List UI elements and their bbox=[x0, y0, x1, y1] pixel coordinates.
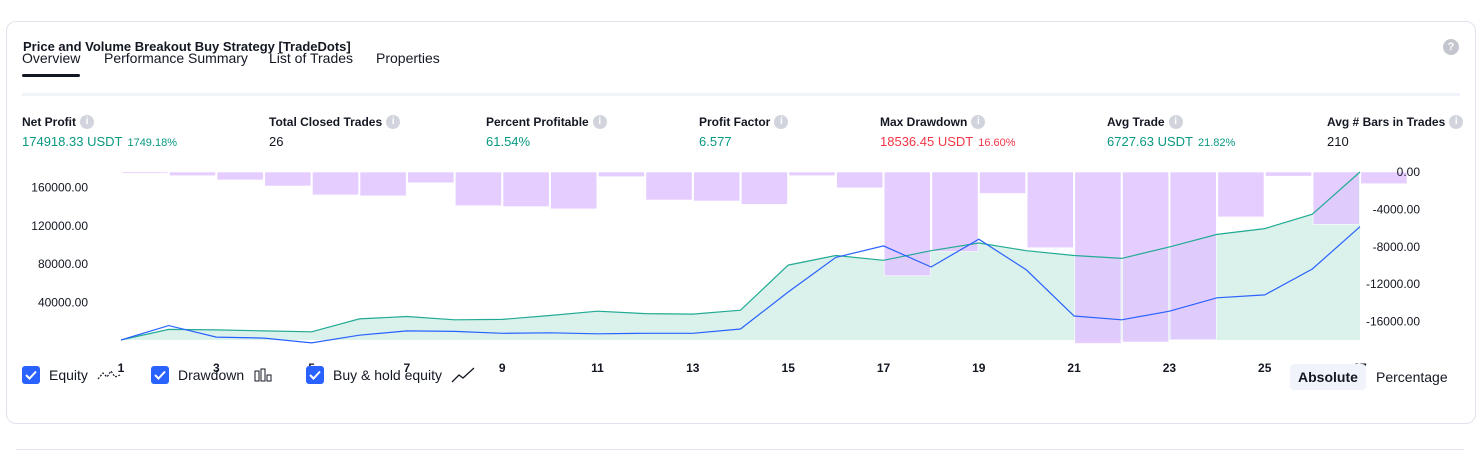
x-axis-tick-label: 17 bbox=[877, 361, 891, 375]
drawdown-bar bbox=[788, 171, 836, 177]
x-axis-tick-label: 25 bbox=[1258, 361, 1272, 375]
drawdown-bar bbox=[1026, 171, 1074, 248]
drawdown-bar bbox=[312, 171, 359, 196]
legend-label: Drawdown bbox=[178, 367, 245, 383]
right-axis-tick-label: -4000.00 bbox=[1373, 202, 1421, 216]
x-axis-tick-label: 21 bbox=[1067, 361, 1081, 375]
drawdown-bar bbox=[454, 171, 502, 207]
absolute-toggle[interactable]: Absolute bbox=[1290, 364, 1366, 390]
drawdown-bar bbox=[1312, 171, 1360, 225]
checkbox-checked-icon[interactable] bbox=[306, 366, 324, 384]
right-axis-tick-label: -8000.00 bbox=[1373, 240, 1421, 254]
legend-label: Buy & hold equity bbox=[333, 367, 442, 383]
x-axis-tick-label: 19 bbox=[972, 361, 986, 375]
drawdown-bar bbox=[979, 171, 1027, 194]
right-axis-tick-label: -12000.00 bbox=[1366, 277, 1420, 291]
legend-drawdown[interactable]: Drawdown bbox=[151, 366, 275, 384]
drawdown-bar bbox=[1169, 171, 1217, 341]
checkbox-checked-icon[interactable] bbox=[151, 366, 169, 384]
drawdown-bar bbox=[883, 171, 931, 277]
drawdown-bar bbox=[216, 171, 264, 181]
drawdown-bar bbox=[264, 171, 312, 187]
drawdown-bar bbox=[693, 171, 741, 202]
drawdown-bar bbox=[1265, 171, 1312, 177]
drawdown-bar bbox=[359, 171, 407, 197]
x-axis-tick-label: 13 bbox=[686, 361, 700, 375]
drawdown-bar bbox=[169, 171, 216, 177]
x-axis-tick-label: 11 bbox=[591, 361, 604, 375]
legend-buy-hold[interactable]: Buy & hold equity bbox=[306, 366, 475, 384]
drawdown-bar bbox=[502, 171, 550, 207]
drawdown-bar bbox=[1217, 171, 1265, 218]
legend-equity[interactable]: Equity bbox=[22, 366, 121, 384]
drawdown-bar bbox=[121, 171, 169, 174]
drawdown-bar bbox=[407, 171, 455, 184]
x-axis-tick-label: 23 bbox=[1163, 361, 1177, 375]
checkbox-checked-icon[interactable] bbox=[22, 366, 40, 384]
right-axis-tick-label: 0.00 bbox=[1397, 165, 1421, 179]
drawdown-bar bbox=[836, 171, 884, 189]
left-axis-tick-label: 80000.00 bbox=[38, 257, 88, 271]
left-axis-tick-label: 40000.00 bbox=[38, 296, 88, 310]
buy-hold-line-icon bbox=[451, 367, 475, 383]
x-axis-tick-label: 9 bbox=[499, 361, 506, 375]
drawdown-bar bbox=[550, 171, 598, 210]
equity-line-icon bbox=[97, 369, 121, 380]
drawdown-bar bbox=[645, 171, 693, 201]
drawdown-bar bbox=[931, 171, 979, 252]
drawdown-bars-icon bbox=[254, 368, 272, 382]
percentage-toggle[interactable]: Percentage bbox=[1368, 364, 1456, 390]
left-axis-tick-label: 120000.00 bbox=[31, 219, 88, 233]
x-axis-tick-label: 15 bbox=[782, 361, 796, 375]
drawdown-bar bbox=[740, 171, 788, 205]
bottom-divider bbox=[16, 449, 1464, 450]
left-axis-tick-label: 160000.00 bbox=[31, 180, 88, 194]
drawdown-bar bbox=[597, 171, 645, 177]
equity-chart: 40000.00 80000.00 120000.00 160000.00 0.00 -4… bbox=[31, 165, 1421, 375]
right-axis-tick-label: -16000.00 bbox=[1366, 315, 1420, 329]
legend-label: Equity bbox=[49, 367, 88, 383]
